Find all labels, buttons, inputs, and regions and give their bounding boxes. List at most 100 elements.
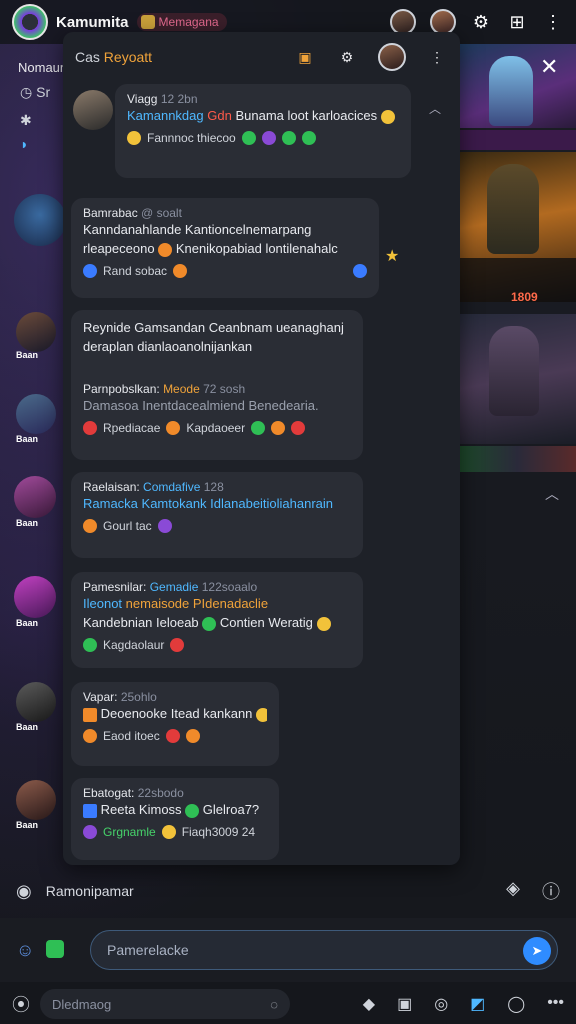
voice-icon[interactable]: ⦿ — [12, 991, 30, 1017]
message-body: Bunama loot karloacices — [235, 108, 378, 123]
menu-grid-icon[interactable]: ⊞ — [506, 12, 528, 33]
chevron-up-icon[interactable]: ︿ — [429, 100, 441, 117]
reaction-icon[interactable] — [173, 264, 188, 278]
reaction-icon[interactable] — [291, 421, 306, 435]
gift-icon[interactable]: ▣ — [294, 46, 316, 68]
close-icon[interactable]: ✕ — [540, 54, 558, 80]
reaction-text: Grgnamle — [103, 825, 156, 839]
reaction-icon[interactable] — [241, 131, 256, 145]
author-name: Viagg — [127, 92, 158, 106]
character-figure — [487, 164, 539, 254]
chevron-up-icon[interactable]: ︿ — [545, 484, 559, 504]
pillar-icon — [83, 803, 97, 818]
more-vertical-icon[interactable]: ⋮ — [542, 12, 564, 33]
star-icon: ★ — [385, 248, 400, 265]
tag-icon[interactable]: ◆ — [363, 994, 375, 1014]
avatar[interactable] — [16, 394, 56, 434]
diamond-icon — [83, 264, 97, 278]
reaction-icon[interactable] — [157, 519, 172, 533]
app-logo[interactable] — [12, 4, 48, 40]
chat-message[interactable]: Pamesnilar: Gemadie 122soaalo Ileonot ne… — [71, 572, 363, 668]
avatar[interactable] — [16, 682, 56, 722]
emoji-icon — [256, 707, 267, 722]
avatar[interactable] — [16, 780, 56, 820]
gear-icon[interactable]: ⚙ — [336, 46, 358, 68]
reaction-icon[interactable] — [166, 421, 181, 435]
reaction-icon[interactable] — [271, 421, 286, 435]
game-preview[interactable]: 1809 — [459, 44, 576, 474]
message-mention: Ileonot — [83, 596, 123, 611]
avatar[interactable] — [16, 312, 56, 352]
avatar-label: Baan — [16, 618, 39, 628]
message-body: rleapeceono — [83, 241, 155, 256]
location-pin-icon[interactable]: ◉ — [16, 881, 32, 902]
reaction-icon[interactable] — [165, 729, 180, 743]
character-figure — [489, 326, 539, 416]
reaction-icon[interactable] — [185, 729, 200, 743]
reaction-icon[interactable] — [83, 729, 97, 743]
message-author: Parnpobslkan: Meode 72 sosh — [83, 382, 351, 396]
message-body: Reynide Gamsandan Ceanbnam ueanaghanj — [83, 320, 344, 335]
reaction-icon[interactable] — [83, 825, 97, 839]
reaction-icon[interactable] — [261, 131, 276, 145]
gif-icon[interactable] — [46, 940, 64, 958]
avatar[interactable] — [14, 476, 56, 518]
panel-title-prefix: Cas — [75, 49, 100, 65]
reaction-icon[interactable] — [301, 131, 316, 145]
author-role: Comdafive — [143, 480, 201, 494]
media-icon[interactable]: ◩ — [470, 994, 485, 1014]
message-author: Vapar: 25ohlo — [83, 690, 267, 704]
chat-message[interactable]: Reynide Gamsandan Ceanbnam ueanaghanj de… — [71, 310, 363, 460]
message-text: Reeta Kimoss Glelroa7? — [83, 800, 267, 819]
message-text: Deoenooke Itead kankann — [83, 704, 267, 723]
message-body: Reeta Kimoss — [100, 802, 182, 817]
message-time: @ soalt — [141, 206, 182, 220]
reaction-icon[interactable] — [83, 638, 97, 652]
search-icon: ◌ — [270, 996, 278, 1012]
message-body: Glelroa7? — [202, 802, 260, 817]
reaction-text: Fannnoc thiecoo — [147, 131, 236, 145]
attach-icon[interactable]: ◎ — [434, 994, 448, 1014]
image-icon[interactable]: ▣ — [397, 994, 412, 1014]
pin-icon[interactable]: ✱ — [20, 112, 32, 129]
message-input-wrap: ➤ — [90, 930, 558, 970]
chat-message[interactable]: Viagg 12 2bn Kamannkdag Gdn Bunama loot … — [115, 84, 411, 178]
settings-icon[interactable]: ⚙ — [470, 12, 492, 33]
channel-badge[interactable]: Memagana — [136, 13, 227, 31]
chat-message[interactable]: Ebatogat: 22sbodo Reeta Kimoss Glelroa7?… — [71, 778, 279, 860]
shield-icon[interactable]: ◈ — [506, 878, 520, 904]
rail-row[interactable]: ◷ Sr — [20, 84, 50, 101]
reaction-icon[interactable] — [83, 519, 97, 533]
author-name: Parnpobslkan: — [83, 382, 160, 396]
boost-icon[interactable] — [353, 264, 367, 278]
clock-icon[interactable]: ◯ — [507, 994, 525, 1014]
chat-bubble-icon[interactable]: ◗ — [20, 136, 28, 152]
avatar[interactable] — [14, 194, 66, 246]
emoji-icon[interactable] — [161, 825, 176, 839]
reaction-text: Fiaqh3009 24 — [181, 825, 256, 839]
message-input[interactable] — [107, 942, 507, 958]
chat-message[interactable]: Bamrabac @ soalt Kanndanahlande Kantionc… — [71, 198, 379, 298]
send-icon[interactable]: ➤ — [523, 937, 551, 965]
avatar-label: Baan — [16, 722, 39, 732]
more-vertical-icon[interactable]: ⋮ — [426, 46, 448, 68]
chat-message[interactable]: Vapar: 25ohlo Deoenooke Itead kankann Ea… — [71, 682, 279, 766]
panel-tools: ▣ ⚙ ⋮ — [294, 43, 448, 71]
more-horizontal-icon[interactable]: ••• — [547, 994, 564, 1014]
message-body: Deoenooke Itead kankann — [100, 706, 253, 721]
reaction-icon[interactable] — [281, 131, 296, 145]
avatar[interactable] — [73, 90, 113, 130]
info-icon[interactable]: ⓘ — [542, 878, 560, 904]
emoji-picker-icon[interactable]: ☺ — [16, 940, 34, 961]
reaction-icon[interactable] — [251, 421, 266, 435]
bottom-search[interactable]: Dledmaog ◌ — [40, 989, 290, 1019]
message-time: 122soaalo — [201, 580, 258, 594]
chat-message[interactable]: Raelaisan: Comdafive 128 Ramacka Kamtoka… — [71, 472, 363, 558]
message-author: Viagg 12 2bn — [127, 92, 399, 106]
avatar[interactable] — [378, 43, 406, 71]
message-body: Kandebnian Ieloeab — [83, 615, 199, 630]
avatar[interactable] — [14, 576, 56, 618]
heart-icon[interactable] — [170, 638, 185, 652]
message-body: Kanndanahlande Kantioncelnemarpang — [83, 222, 312, 237]
left-rail: Nomaun ◷ Sr ✱ ◗ Baan Baan Baan Baan Baan… — [0, 44, 70, 864]
